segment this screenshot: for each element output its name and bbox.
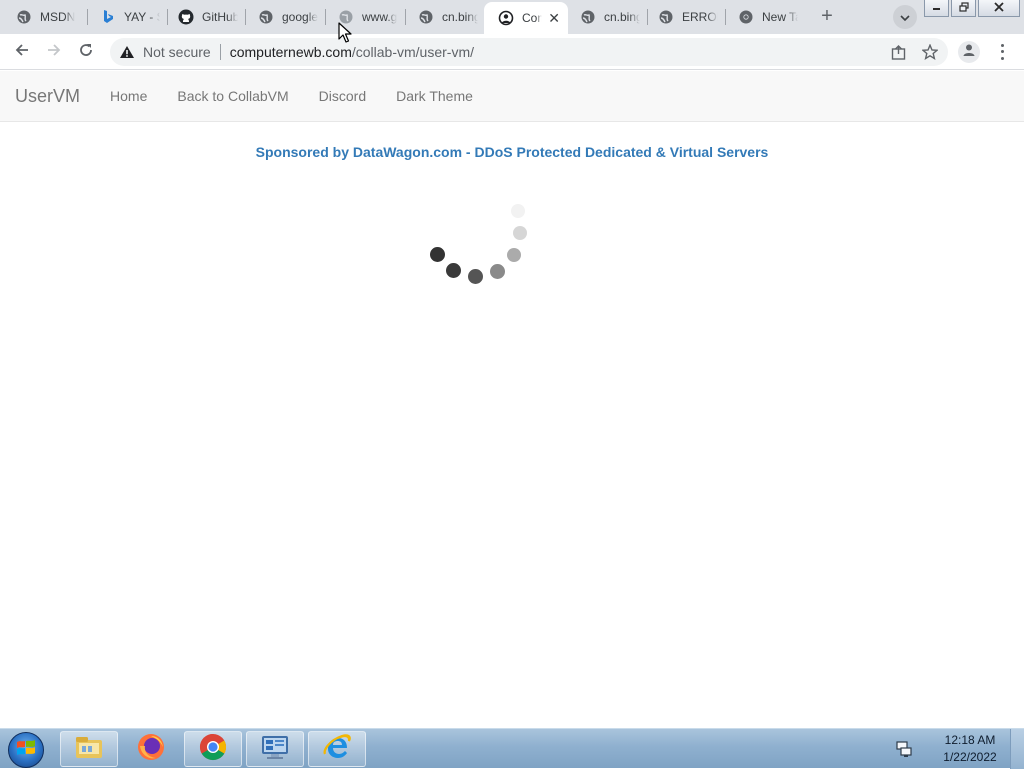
restore-icon (958, 1, 969, 15)
tab-error[interactable]: ERROR (644, 0, 726, 34)
tab-strip: MSDN YAY - S GitHub google www.g cn (0, 0, 1024, 34)
start-button[interactable] (8, 732, 44, 768)
taskbar-chrome-button[interactable] (184, 731, 242, 767)
page-content: UserVM Home Back to CollabVM Discord Dar… (0, 71, 1024, 728)
tab-label: GitHub (202, 10, 238, 24)
globe-icon (580, 9, 596, 25)
internet-explorer-icon (322, 732, 352, 767)
windows-logo-icon (16, 739, 36, 762)
taskbar-ie-button[interactable] (308, 731, 366, 767)
tab-collabvm-active[interactable]: Com ✕ (484, 2, 568, 34)
spinner-dot (511, 204, 525, 218)
spinner-dot (468, 269, 483, 284)
spinner-dot (490, 264, 505, 279)
site-navbar: UserVM Home Back to CollabVM Discord Dar… (0, 71, 1024, 122)
nav-link-home[interactable]: Home (110, 88, 147, 104)
chevron-down-icon (900, 8, 910, 26)
taskbar-firefox-button[interactable] (122, 731, 180, 767)
loading-spinner (420, 199, 540, 289)
back-button[interactable] (10, 40, 34, 64)
new-tab-button[interactable]: + (815, 5, 839, 29)
github-icon (178, 9, 194, 25)
site-brand[interactable]: UserVM (15, 86, 80, 107)
tab-label: YAY - S (124, 10, 160, 24)
tab-label: cn.bing (604, 10, 640, 24)
nav-link-back-to-collabvm[interactable]: Back to CollabVM (177, 88, 288, 104)
arrow-right-icon (46, 42, 62, 63)
share-icon[interactable] (890, 44, 906, 60)
reload-icon (78, 42, 94, 63)
tab-label: www.g (362, 10, 398, 24)
spinner-dot (507, 248, 521, 262)
system-tray: 12:18 AM 1/22/2022 (894, 729, 1024, 769)
globe-icon (418, 9, 434, 25)
chrome-icon (198, 732, 228, 767)
control-panel-icon (260, 733, 290, 766)
spinner-dot (446, 263, 461, 278)
profile-button[interactable] (958, 41, 980, 63)
spinner-dot (430, 247, 445, 262)
show-desktop-button[interactable] (1010, 729, 1024, 769)
person-icon (962, 43, 976, 62)
globe-icon (658, 9, 674, 25)
tab-label: MSDN (40, 10, 76, 24)
tab-label: ERROR (682, 10, 718, 24)
tab-label: google (282, 10, 318, 24)
tab-yay[interactable]: YAY - S (86, 0, 168, 34)
sponsor-link[interactable]: Sponsored by DataWagon.com - DDoS Protec… (0, 144, 1024, 160)
tab-label: New Ta (762, 10, 798, 24)
taskbar-clock[interactable]: 12:18 AM 1/22/2022 (930, 732, 1010, 766)
close-icon (994, 1, 1004, 15)
file-explorer-icon (74, 734, 104, 765)
browser-toolbar: Not secure computernewb.com/collab-vm/us… (0, 34, 1024, 70)
collabvm-icon (498, 10, 514, 26)
chrome-menu-button[interactable] (994, 42, 1010, 62)
security-label[interactable]: Not secure (143, 44, 211, 60)
network-icon[interactable] (894, 739, 914, 759)
tab-github[interactable]: GitHub (164, 0, 246, 34)
mouse-cursor-icon (338, 22, 352, 44)
address-bar[interactable]: Not secure computernewb.com/collab-vm/us… (110, 38, 948, 66)
nav-link-dark-theme[interactable]: Dark Theme (396, 88, 473, 104)
minimize-icon (932, 2, 941, 14)
url-host: computernewb.com (229, 44, 352, 60)
nav-link-discord[interactable]: Discord (319, 88, 366, 104)
window-controls (922, 0, 1020, 18)
windows-taskbar: 12:18 AM 1/22/2022 (0, 728, 1024, 769)
tab-msdn[interactable]: MSDN (2, 0, 88, 34)
tab-search-button[interactable] (893, 5, 917, 29)
tab-new-tab[interactable]: New Ta (724, 0, 806, 34)
chrome-icon (738, 9, 754, 25)
warning-icon[interactable] (119, 44, 135, 60)
arrow-left-icon (14, 42, 30, 63)
restore-button[interactable] (951, 0, 976, 17)
firefox-icon (136, 732, 166, 767)
bookmark-star-icon[interactable] (922, 44, 938, 60)
bing-icon (100, 9, 116, 25)
tab-label: Com (522, 11, 542, 25)
taskbar-explorer-button[interactable] (60, 731, 118, 767)
tab-cn-bing[interactable]: cn.bing (404, 0, 486, 34)
globe-icon (258, 9, 274, 25)
taskbar-control-panel-button[interactable] (246, 731, 304, 767)
tab-www[interactable]: www.g (324, 0, 406, 34)
spinner-dot (513, 226, 527, 240)
tab-cn-bing-2[interactable]: cn.bing (566, 0, 648, 34)
reload-button[interactable] (74, 40, 98, 64)
clock-date: 1/22/2022 (943, 750, 997, 764)
tab-label: cn.bing (442, 10, 478, 24)
minimize-button[interactable] (924, 0, 949, 17)
address-divider (219, 44, 221, 60)
forward-button[interactable] (42, 40, 66, 64)
globe-icon (16, 9, 32, 25)
tab-google[interactable]: google (244, 0, 326, 34)
close-window-button[interactable] (978, 0, 1020, 17)
url-path: /collab-vm/user-vm/ (351, 44, 475, 60)
clock-time: 12:18 AM (944, 733, 996, 747)
close-icon[interactable]: ✕ (548, 10, 560, 27)
